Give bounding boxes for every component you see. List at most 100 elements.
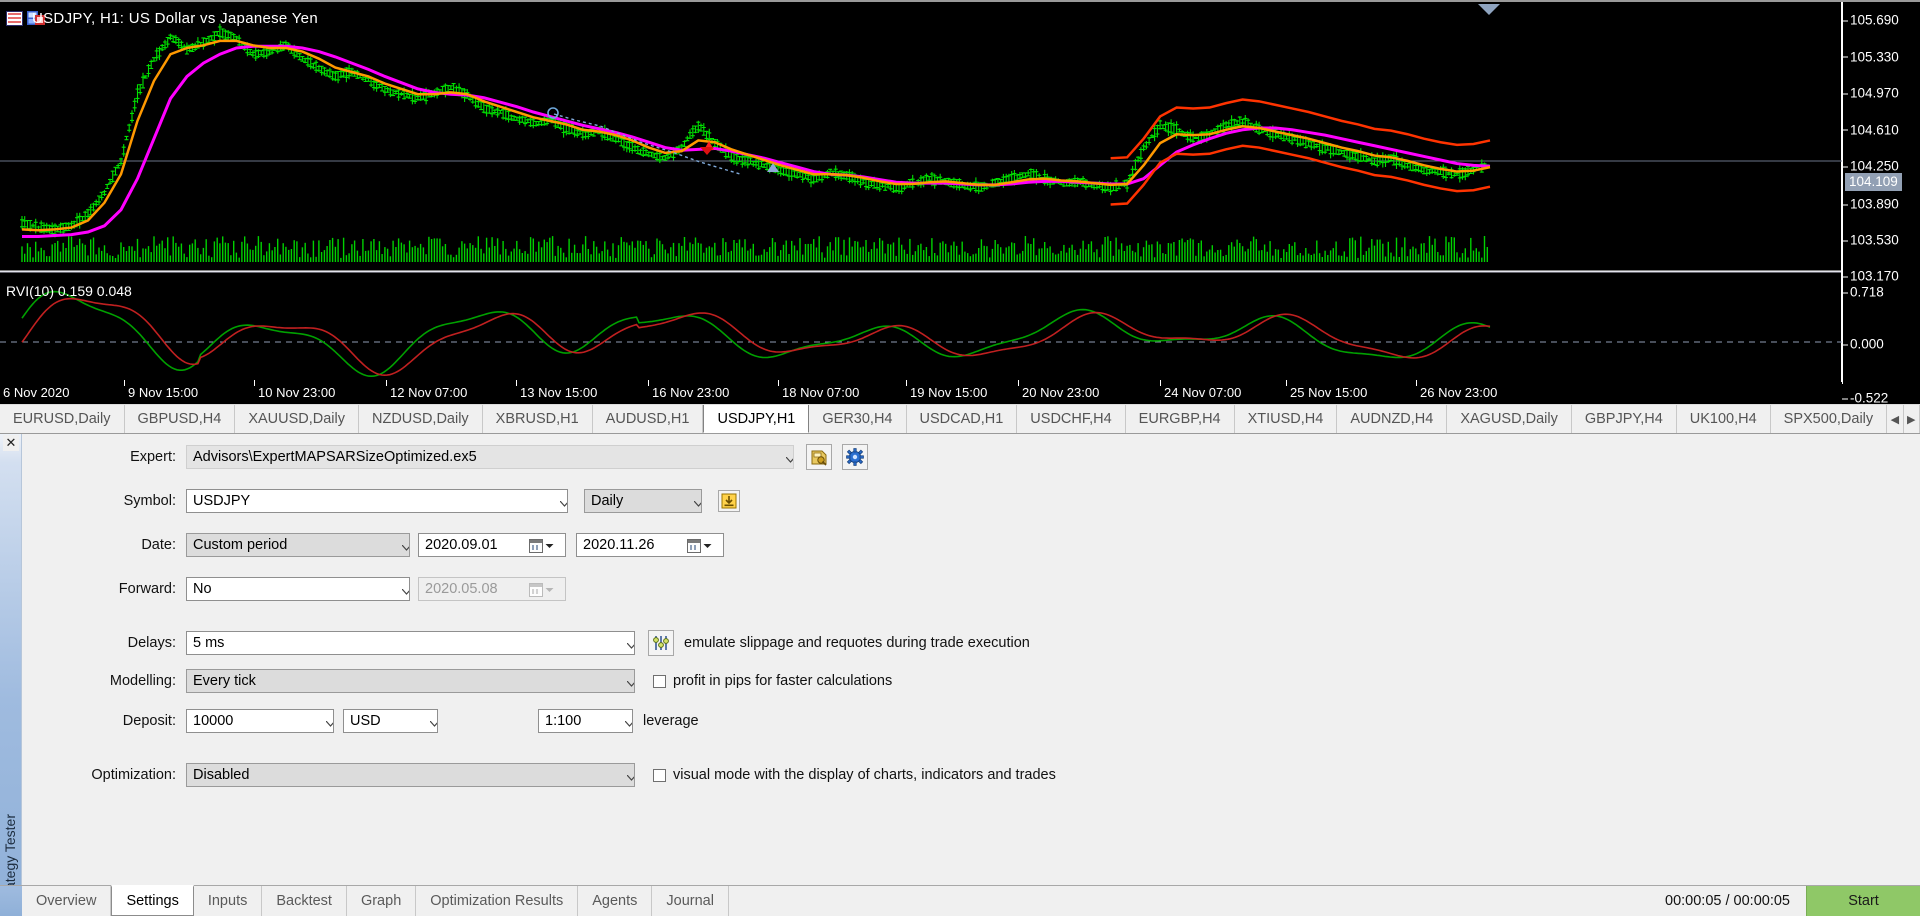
chart-tab-gbpusd-h4[interactable]: GBPUSD,H4 (124, 405, 236, 433)
elapsed-timer: 00:00:05 / 00:00:05 (1665, 893, 1790, 909)
date-mode-select[interactable]: Custom period (186, 533, 410, 557)
chart-tab-usdcad-h1[interactable]: USDCAD,H1 (906, 405, 1018, 433)
chart-tab-audnzd-h4[interactable]: AUDNZD,H4 (1337, 405, 1448, 433)
strategy-tester-sidebar: ✕ Strategy Tester (0, 434, 22, 916)
time-axis-tick: 10 Nov 23:00 (254, 380, 335, 400)
chart-tab-xtiusd-h4[interactable]: XTIUSD,H4 (1234, 405, 1338, 433)
price-chart-window[interactable]: USDJPY, H1: US Dollar vs Japanese Yen RV… (0, 0, 1920, 406)
chart-tab-eurgbp-h4[interactable]: EURGBP,H4 (1125, 405, 1235, 433)
start-button[interactable]: Start (1806, 886, 1920, 916)
time-axis-tick: 20 Nov 23:00 (1018, 380, 1099, 400)
optimization-label: Optimization: (91, 767, 176, 783)
forward-date-value: 2020.05.08 (425, 581, 498, 597)
visual-mode-checkbox-label: visual mode with the display of charts, … (673, 767, 1056, 783)
chart-canvas (0, 2, 1843, 385)
bottom-sidebar-spacer (0, 886, 22, 916)
expert-browse-button[interactable] (806, 444, 832, 470)
time-axis-tick: 12 Nov 07:00 (386, 380, 467, 400)
modelling-label: Modelling: (109, 673, 176, 689)
calendar-icon (529, 582, 543, 597)
row-symbol: Symbol: USDJPY Daily (22, 487, 1920, 515)
indicator-label-rvi: RVI(10) 0.159 0.048 (6, 283, 132, 299)
visual-mode-checkbox-group[interactable]: visual mode with the display of charts, … (653, 767, 1056, 783)
chart-tabs-prev-icon[interactable]: ◀ (1887, 405, 1904, 433)
chart-tab-gbpjpy-h4[interactable]: GBPJPY,H4 (1571, 405, 1677, 433)
timeframe-select[interactable]: Daily (584, 489, 702, 513)
delays-hint-label: emulate slippage and requotes during tra… (684, 635, 1030, 651)
tab-inputs[interactable]: Inputs (193, 886, 263, 916)
optimization-select[interactable]: Disabled (186, 763, 635, 787)
chart-tab-ger30-h4[interactable]: GER30,H4 (809, 405, 907, 433)
time-axis-tick: 19 Nov 15:00 (906, 380, 987, 400)
expert-path-field[interactable]: Advisors\ExpertMAPSARSizeOptimized.ex5 (186, 445, 794, 469)
calendar-icon (687, 538, 701, 553)
forward-date-picker-button (529, 580, 563, 599)
symbol-label: Symbol: (123, 493, 176, 509)
chart-tab-spx500-daily[interactable]: SPX500,Daily (1770, 405, 1888, 433)
date-to-value: 2020.11.26 (583, 537, 655, 553)
leverage-select[interactable]: 1:100 (538, 709, 633, 733)
row-forward: Forward: No 2020.05.08 (22, 575, 1920, 603)
expert-settings-button[interactable] (842, 444, 868, 470)
chart-tab-eurusd-daily[interactable]: EURUSD,Daily (0, 405, 125, 433)
chevron-down-icon (545, 587, 554, 592)
tab-graph[interactable]: Graph (346, 886, 417, 916)
tab-journal[interactable]: Journal (652, 886, 729, 916)
time-axis-tick: 9 Nov 15:00 (124, 380, 198, 400)
chart-tab-usdjpy-h1[interactable]: USDJPY,H1 (703, 405, 810, 433)
time-axis-tick: 6 Nov 2020 (3, 385, 70, 400)
modelling-value: Every tick (193, 673, 256, 689)
forward-date-input: 2020.05.08 (418, 577, 566, 601)
tester-bottom-tabbar[interactable]: Overview Settings Inputs Backtest Graph Optim… (0, 885, 1920, 916)
close-icon[interactable]: ✕ (3, 435, 19, 451)
chart-tab-xbrusd-h1[interactable]: XBRUSD,H1 (482, 405, 593, 433)
chart-scroll-marker-icon (1478, 4, 1500, 15)
tab-backtest[interactable]: Backtest (262, 886, 347, 916)
date-from-picker-button[interactable] (529, 536, 563, 555)
chart-tab-usdchf-h4[interactable]: USDCHF,H4 (1017, 405, 1126, 433)
chart-tab-xauusd-daily[interactable]: XAUUSD,Daily (235, 405, 359, 433)
pips-checkbox[interactable] (653, 674, 666, 688)
tab-overview[interactable]: Overview (22, 886, 112, 916)
symbol-select[interactable]: USDJPY (186, 489, 568, 513)
download-symbol-button[interactable] (718, 490, 740, 512)
row-optimization: Optimization: Disabled visual mode with … (22, 761, 1920, 789)
time-axis-tick: 25 Nov 15:00 (1286, 380, 1367, 400)
chart-tabs-next-icon[interactable]: ▶ (1904, 405, 1920, 433)
chart-tab-nzdusd-daily[interactable]: NZDUSD,Daily (359, 405, 483, 433)
currency-value: USD (350, 713, 381, 729)
delays-value: 5 ms (193, 635, 225, 651)
expert-label: Expert: (130, 449, 176, 465)
chart-tab-xagusd-daily[interactable]: XAGUSD,Daily (1447, 405, 1572, 433)
pips-checkbox-group[interactable]: profit in pips for faster calculations (653, 673, 892, 689)
visual-mode-checkbox[interactable] (653, 768, 666, 782)
deposit-label: Deposit: (122, 713, 176, 729)
date-to-picker-button[interactable] (687, 536, 721, 555)
tab-settings[interactable]: Settings (111, 885, 194, 916)
modelling-select[interactable]: Every tick (186, 669, 635, 693)
forward-mode-select[interactable]: No (186, 577, 410, 601)
time-axis-tick: 13 Nov 15:00 (516, 380, 597, 400)
date-to-input[interactable]: 2020.11.26 (576, 533, 724, 557)
date-from-value: 2020.09.01 (425, 537, 498, 553)
tab-optimization-results[interactable]: Optimization Results (416, 886, 579, 916)
chart-tabs-bar[interactable]: EURUSD,Daily GBPUSD,H4 XAUUSD,Daily NZDUSD,… (0, 404, 1920, 433)
tab-agents[interactable]: Agents (578, 886, 653, 916)
delays-label: Delays: (127, 635, 176, 651)
chart-tab-audusd-h1[interactable]: AUDUSD,H1 (592, 405, 704, 433)
currency-select[interactable]: USD (343, 709, 438, 733)
date-from-input[interactable]: 2020.09.01 (418, 533, 566, 557)
slippage-settings-button[interactable] (648, 630, 674, 656)
chart-tab-uk100-h4[interactable]: UK100,H4 (1676, 405, 1771, 433)
deposit-select[interactable]: 10000 (186, 709, 334, 733)
date-mode-value: Custom period (193, 537, 288, 553)
forward-mode-value: No (193, 581, 212, 597)
leverage-value: 1:100 (545, 713, 582, 729)
timeframe-value: Daily (591, 493, 624, 509)
delays-select[interactable]: 5 ms (186, 631, 635, 655)
optimization-value: Disabled (193, 767, 250, 783)
time-axis[interactable]: 6 Nov 2020 9 Nov 15:00 10 Nov 23:00 12 Nov … (0, 380, 1842, 404)
chevron-down-icon (703, 543, 712, 548)
bottom-filler (729, 886, 1649, 916)
row-date: Date: Custom period 2020.09.01 2020.11.2… (22, 531, 1920, 559)
